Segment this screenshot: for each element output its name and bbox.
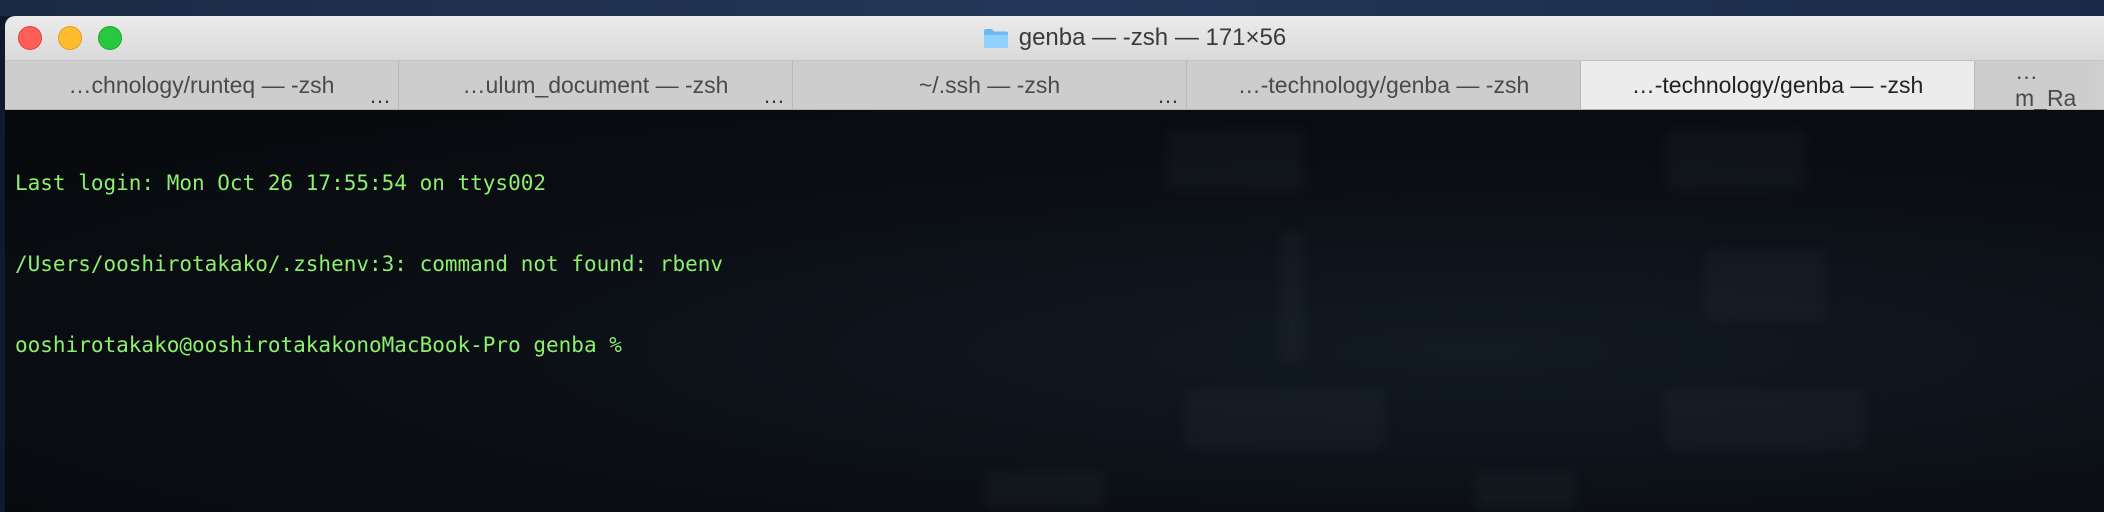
- ellipsis-icon[interactable]: …: [1157, 85, 1179, 107]
- terminal-cursor: [635, 334, 647, 356]
- terminal-line: /Users/ooshirotakako/.zshenv:3: command …: [15, 252, 724, 276]
- tab-label: …-technology/genba — -zsh: [1237, 71, 1530, 98]
- title-bar[interactable]: genba — -zsh — 171×56: [5, 16, 2104, 61]
- terminal-prompt-line: ooshirotakako@ooshirotakakonoMacBook-Pro…: [15, 332, 723, 359]
- tab-label: …ulum_document — -zsh: [462, 71, 729, 98]
- desktop-background: [0, 0, 2104, 16]
- tab-overflow[interactable]: …m_Ra: [1975, 58, 2095, 111]
- ellipsis-icon[interactable]: …: [369, 85, 391, 107]
- terminal-prompt: ooshirotakako@ooshirotakakonoMacBook-Pro…: [15, 333, 635, 357]
- terminal-output: Last login: Mon Oct 26 17:55:54 on ttys0…: [15, 116, 723, 413]
- background-blur: [985, 470, 1105, 510]
- background-blur: [1185, 390, 1385, 450]
- tab-bar: …chnology/runteq — -zsh … …ulum_document…: [5, 58, 2104, 111]
- background-blur: [1665, 130, 1805, 190]
- tab-curriculum-document[interactable]: …ulum_document — -zsh …: [399, 61, 793, 109]
- tab-label: …-technology/genba — -zsh: [1631, 71, 1924, 98]
- tab-label: …m_Ra: [2015, 58, 2077, 111]
- tab-genba[interactable]: …-technology/genba — -zsh: [1187, 61, 1581, 109]
- terminal-content[interactable]: Last login: Mon Oct 26 17:55:54 on ttys0…: [5, 110, 2104, 512]
- terminal-line: Last login: Mon Oct 26 17:55:54 on ttys0…: [15, 171, 547, 195]
- background-blur: [1705, 250, 1825, 320]
- terminal-window: genba — -zsh — 171×56 …chnology/runteq —…: [5, 16, 2104, 512]
- tab-label: …chnology/runteq — -zsh: [68, 71, 335, 98]
- tab-genba-active[interactable]: …-technology/genba — -zsh: [1581, 61, 1975, 109]
- window-title: genba — -zsh — 171×56: [1018, 24, 1287, 51]
- background-blur: [1165, 130, 1305, 190]
- tab-label: ~/.ssh — -zsh: [918, 71, 1061, 98]
- ellipsis-icon[interactable]: …: [763, 85, 785, 107]
- folder-icon: [983, 27, 1009, 49]
- background-blur: [1665, 390, 1865, 450]
- window-title-area: genba — -zsh — 171×56: [5, 16, 2104, 60]
- tab-runteq[interactable]: …chnology/runteq — -zsh …: [5, 61, 399, 109]
- background-blur: [1475, 470, 1575, 510]
- background-blur: [1280, 230, 1304, 360]
- tab-ssh[interactable]: ~/.ssh — -zsh …: [793, 61, 1187, 109]
